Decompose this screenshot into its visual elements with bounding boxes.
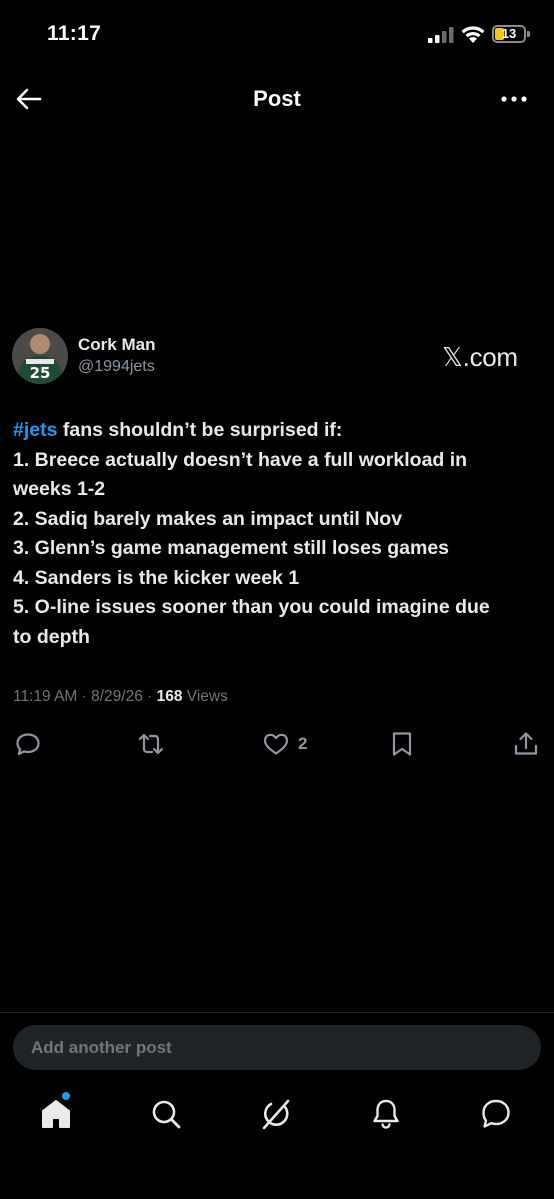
avatar[interactable]: 25 (12, 328, 68, 384)
tab-messages[interactable] (478, 1096, 518, 1136)
post-line: 4. Sanders is the kicker week 1 (13, 566, 300, 589)
author-name[interactable]: Cork Man (78, 335, 155, 355)
more-dots-icon[interactable] (498, 84, 530, 114)
like-button[interactable]: 2 (262, 726, 307, 762)
post-timestamp: 11:19 AM · 8/29/26 · (13, 688, 157, 705)
post-line: 5. O-line issues sooner than you could i… (13, 596, 490, 618)
x-com-badge: 𝕏.com (442, 342, 518, 372)
views-count[interactable]: 168 (157, 688, 183, 705)
views-label: Views (182, 688, 228, 705)
search-icon (152, 1100, 181, 1129)
post-line-text: fans shouldn’t be surprised if: (57, 419, 343, 441)
share-button[interactable] (512, 726, 540, 762)
bookmark-button[interactable] (388, 726, 416, 762)
tab-search[interactable] (148, 1096, 188, 1136)
post-meta: 11:19 AM · 8/29/26 · 168 Views (13, 688, 228, 706)
post-line: #jets fans shouldn’t be surprised if: (13, 416, 543, 446)
wifi-icon (461, 26, 485, 43)
hashtag-link[interactable]: #jets (13, 419, 57, 441)
home-unread-dot (62, 1092, 70, 1100)
heart-icon (263, 733, 289, 755)
post-line: 1. Breece actually doesn’t have a full w… (13, 448, 468, 471)
tab-grok[interactable] (258, 1096, 298, 1136)
status-time: 11:17 (47, 22, 102, 45)
divider (0, 1012, 554, 1013)
post-line: 3. Glenn’s game management still loses g… (13, 537, 450, 559)
svg-text:25: 25 (30, 364, 51, 382)
like-count: 2 (298, 734, 308, 753)
post-body: #jets fans shouldn’t be surprised if: 1.… (13, 416, 543, 652)
repost-button[interactable] (137, 726, 165, 762)
post-line: 2. Sadiq barely makes an impact until No… (13, 507, 403, 530)
author-handle[interactable]: @1994jets (78, 358, 155, 376)
header: Post (0, 70, 554, 128)
share-icon (514, 732, 538, 755)
grok-icon (262, 1099, 290, 1130)
signal-icon (428, 27, 454, 43)
bottom-tab-bar (0, 1088, 554, 1148)
home-icon (42, 1100, 70, 1128)
reply-icon (16, 733, 40, 756)
reply-composer[interactable]: Add another post (13, 1025, 541, 1070)
battery-indicator: 13 (492, 25, 526, 43)
repost-icon (138, 733, 164, 755)
status-bar: 11:17 13 (0, 0, 554, 70)
composer-placeholder: Add another post (31, 1038, 172, 1057)
post-actions: 2 (0, 726, 554, 762)
post-author: 25 Cork Man @1994jets 𝕏.com (12, 328, 542, 386)
post-line: weeks 1-2 (13, 478, 106, 500)
page-title: Post (253, 86, 301, 111)
tab-notifications[interactable] (368, 1096, 408, 1136)
tab-home[interactable] (38, 1096, 78, 1136)
battery-tip (527, 31, 530, 37)
messages-icon (482, 1099, 510, 1128)
battery-level: 13 (501, 26, 517, 41)
post-line: to depth (13, 625, 90, 648)
bookmark-icon (392, 732, 412, 756)
bell-icon (373, 1099, 399, 1129)
reply-button[interactable] (14, 726, 42, 762)
